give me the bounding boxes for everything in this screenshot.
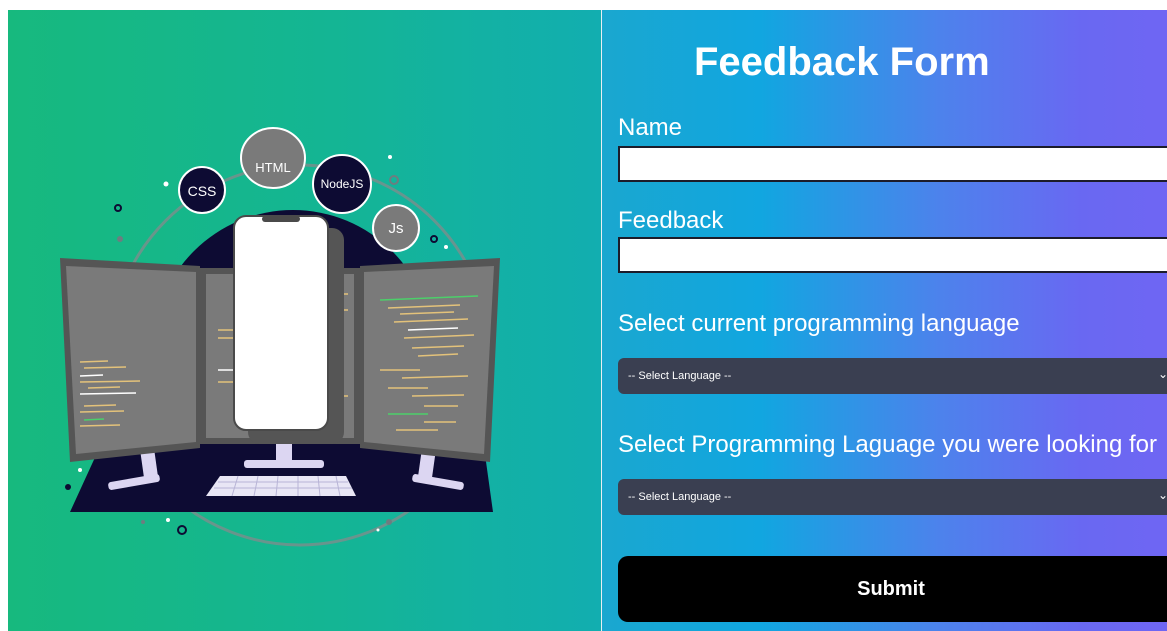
phone-notch — [262, 216, 300, 222]
html-badge — [240, 127, 306, 189]
dot — [117, 236, 123, 242]
form-title: Feedback Form — [694, 40, 990, 84]
dot — [444, 245, 448, 249]
dot — [114, 204, 122, 212]
name-input[interactable] — [618, 146, 1167, 182]
dot — [386, 519, 392, 525]
submit-button[interactable]: Submit — [618, 556, 1167, 622]
dot — [430, 235, 438, 243]
html-badge-label: HTML — [255, 160, 290, 175]
feedback-label: Feedback — [618, 207, 724, 234]
illustration-panel: CSS HTML NodeJS Js — [8, 10, 601, 631]
current-language-label: Select current programming language — [618, 310, 1020, 337]
right-monitor-screen — [364, 266, 494, 454]
dot — [166, 518, 170, 522]
dot — [376, 528, 380, 532]
dot — [388, 155, 392, 159]
target-language-select[interactable]: -- Select Language -- ⌄ — [618, 479, 1167, 515]
feedback-form-panel: Feedback Form Name Feedback Select curre… — [602, 10, 1167, 631]
chevron-down-icon: ⌄ — [1157, 488, 1167, 502]
js-badge-label: Js — [389, 220, 404, 237]
chevron-down-icon: ⌄ — [1157, 367, 1167, 381]
name-label: Name — [618, 114, 683, 141]
dot — [163, 181, 169, 187]
current-language-select[interactable]: -- Select Language -- ⌄ — [618, 358, 1167, 394]
nodejs-badge-label: NodeJS — [321, 177, 364, 191]
keyboard — [206, 476, 356, 496]
css-badge-label: CSS — [188, 183, 217, 199]
target-language-label: Select Programming Laguage you were look… — [618, 431, 1157, 458]
feedback-input[interactable] — [618, 237, 1167, 273]
dot — [177, 525, 187, 535]
dot — [65, 484, 71, 490]
dot — [141, 520, 145, 524]
page: CSS HTML NodeJS Js Feedback Form Name Fe… — [0, 0, 1167, 631]
dot — [78, 468, 82, 472]
developer-illustration: CSS HTML NodeJS Js — [60, 127, 500, 547]
dot — [389, 175, 399, 185]
current-language-selected-value: -- Select Language -- — [628, 370, 732, 382]
phone — [233, 215, 329, 431]
center-stand-base — [244, 460, 324, 468]
target-language-selected-value: -- Select Language -- — [628, 491, 732, 503]
